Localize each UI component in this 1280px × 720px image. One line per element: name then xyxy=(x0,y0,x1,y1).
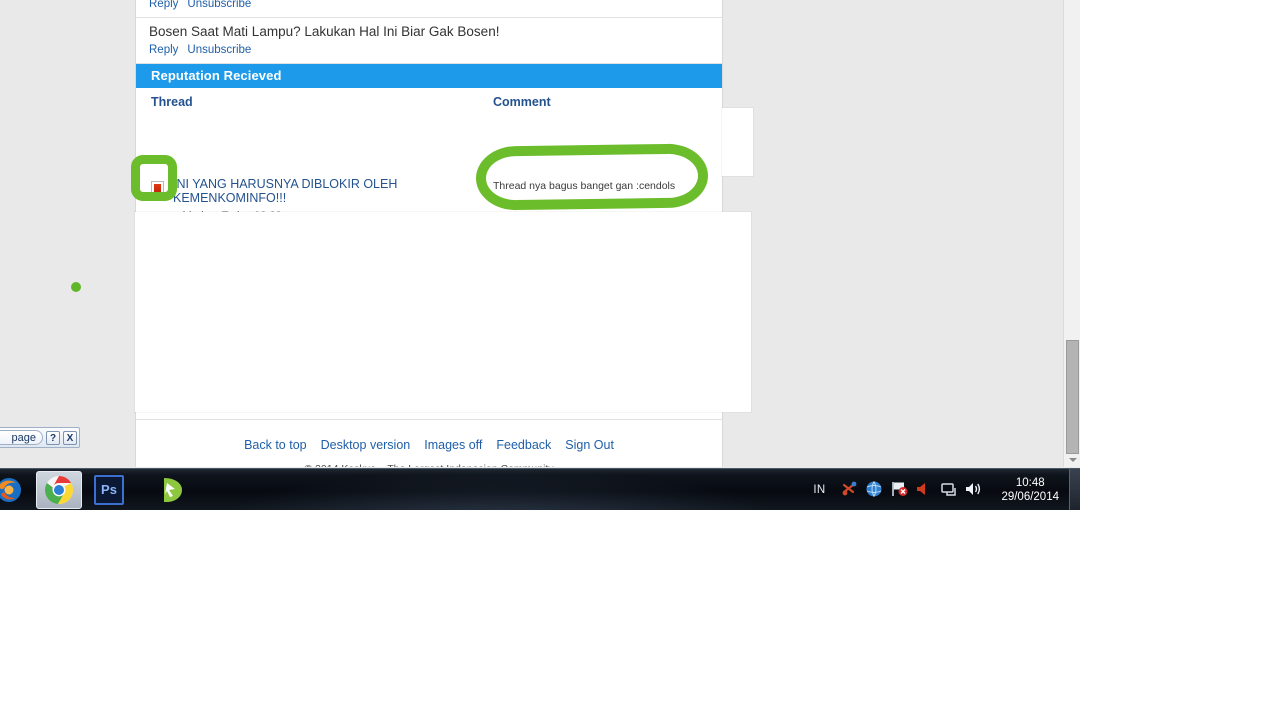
sign-out-link[interactable]: Sign Out xyxy=(565,438,614,452)
language-indicator[interactable]: IN xyxy=(813,484,825,496)
reputation-thread-title[interactable]: INI YANG HARUSNYA DIBLOKIR OLEH KEMENKOM… xyxy=(173,177,451,205)
subscription-row-links: Reply Unsubscribe xyxy=(149,43,710,57)
white-overlay-patch xyxy=(135,212,751,412)
unsubscribe-link[interactable]: Unsubscribe xyxy=(187,44,251,56)
google-chrome-icon xyxy=(45,475,73,504)
screen: Reply Unsubscribe Bosen Saat Mati Lampu? … xyxy=(0,0,1280,720)
volume-icon[interactable] xyxy=(964,479,986,501)
taskbar-item-photoshop[interactable]: Ps xyxy=(86,471,132,509)
page-field[interactable]: page xyxy=(0,430,43,445)
network-icon[interactable] xyxy=(939,479,961,501)
clock-time: 10:48 xyxy=(1015,477,1045,489)
page-footer: Back to top Desktop version Images off Feed… xyxy=(136,419,722,463)
subscription-row[interactable]: Reply Unsubscribe xyxy=(136,0,722,18)
taskbar-clock[interactable]: 10:48 29/06/2014 xyxy=(1001,476,1059,504)
back-to-top-link[interactable]: Back to top xyxy=(244,438,307,452)
taskbar-item-firefox[interactable] xyxy=(0,471,32,509)
system-tray: IN 10:48 29/06/2014 xyxy=(813,469,1080,510)
subscription-row-title[interactable]: Bosen Saat Mati Lampu? Lakukan Hal Ini B… xyxy=(149,23,710,43)
unsubscribe-link[interactable]: Unsubscribe xyxy=(187,0,251,10)
subscription-row-links: Reply Unsubscribe xyxy=(149,0,710,11)
feedback-link[interactable]: Feedback xyxy=(496,438,551,452)
annotation-dot xyxy=(71,282,81,292)
taskbar-item-green-app[interactable] xyxy=(148,471,194,509)
white-overlay-patch xyxy=(722,108,753,176)
reputation-row: INI YANG HARUSNYA DIBLOKIR OLEH KEMENKOM… xyxy=(136,110,722,222)
taskbar-item-google-chrome[interactable] xyxy=(36,470,82,509)
images-off-link[interactable]: Images off xyxy=(424,438,482,452)
desktop-version-link[interactable]: Desktop version xyxy=(321,438,411,452)
flag-action-center-icon[interactable] xyxy=(889,479,911,501)
vertical-scrollbar[interactable] xyxy=(1063,0,1080,467)
desktop-capture-region: Reply Unsubscribe Bosen Saat Mati Lampu? … xyxy=(0,0,1080,510)
help-button[interactable]: ? xyxy=(46,430,60,445)
reputation-table-header: Thread Comment xyxy=(136,88,722,110)
scroll-down-arrow-icon[interactable] xyxy=(1066,454,1079,466)
adobe-photoshop-icon: Ps xyxy=(94,474,124,505)
column-header-thread: Thread xyxy=(151,95,193,109)
clock-date: 29/06/2014 xyxy=(1001,491,1059,503)
browser-viewport: Reply Unsubscribe Bosen Saat Mati Lampu? … xyxy=(0,0,1064,467)
bluetooth-icon[interactable] xyxy=(839,479,861,501)
broken-image-icon xyxy=(151,181,164,196)
reputation-comment-cell: Thread nya bagus banget gan :cendols xyxy=(493,180,676,192)
photoshop-label: Ps xyxy=(101,482,117,497)
globe-icon[interactable] xyxy=(864,479,886,501)
scrollbar-thumb[interactable] xyxy=(1066,340,1079,454)
column-header-comment: Comment xyxy=(493,95,551,109)
close-button[interactable]: X xyxy=(63,430,77,445)
reply-link[interactable]: Reply xyxy=(149,44,178,56)
copyright-text: © 2014 Kaskus – The Largest Indonesian C… xyxy=(136,463,722,467)
show-desktop-button[interactable] xyxy=(1069,469,1080,510)
firefox-icon xyxy=(0,477,21,502)
speaker-red-icon[interactable] xyxy=(914,479,936,501)
subscription-row[interactable]: Bosen Saat Mati Lampu? Lakukan Hal Ini B… xyxy=(136,18,722,64)
reputation-section-bar: Reputation Recieved xyxy=(136,64,722,88)
green-app-icon xyxy=(164,477,182,502)
page-navigation-widget[interactable]: page ? X xyxy=(0,427,80,448)
reply-link[interactable]: Reply xyxy=(149,0,178,10)
windows-taskbar: Ps IN 10:48 29/06/2014 xyxy=(0,468,1080,510)
